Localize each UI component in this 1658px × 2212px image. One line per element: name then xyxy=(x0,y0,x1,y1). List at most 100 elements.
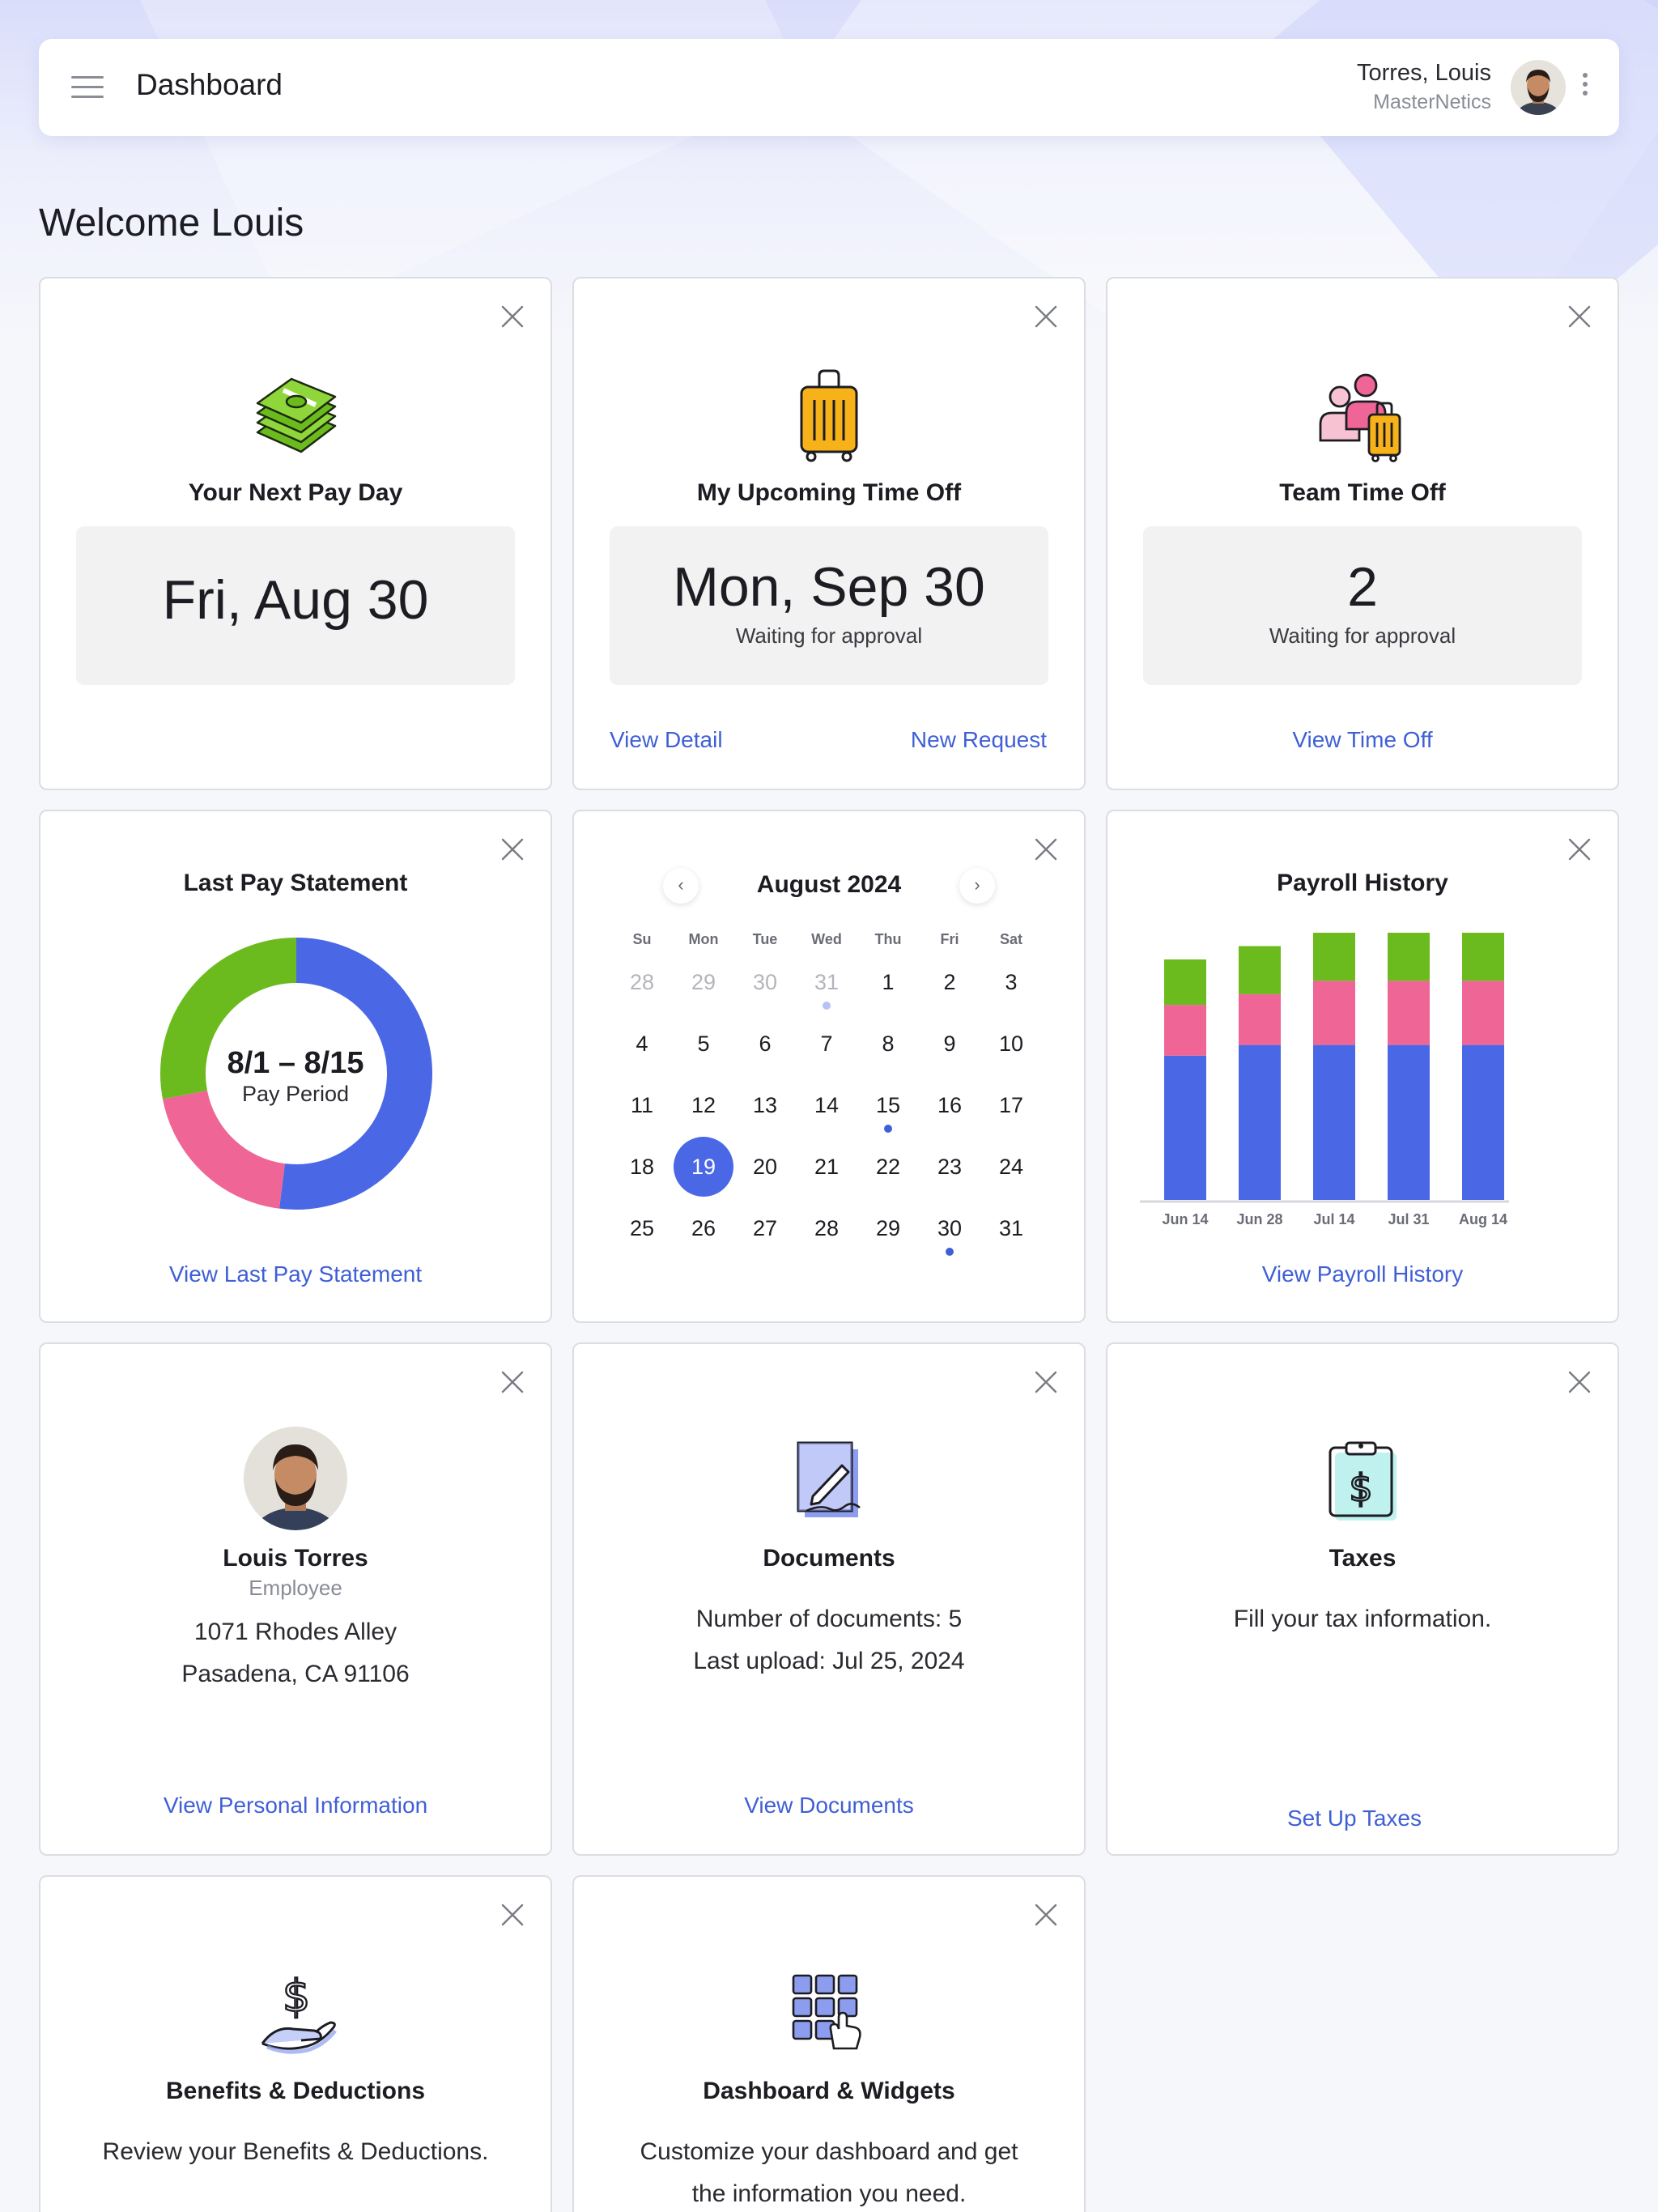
benefits-description: Review your Benefits & Deductions. xyxy=(102,2138,489,2165)
menu-icon[interactable] xyxy=(71,76,104,99)
view-personal-information-link[interactable]: View Personal Information xyxy=(40,1793,551,1819)
calendar-day[interactable]: 8 xyxy=(857,1013,919,1074)
close-icon[interactable] xyxy=(500,304,525,329)
card-title: Team Time Off xyxy=(1279,479,1446,506)
view-time-off-link[interactable]: View Time Off xyxy=(1107,727,1618,753)
calendar-day[interactable]: 19 xyxy=(673,1136,734,1197)
calendar-day[interactable]: 11 xyxy=(611,1074,673,1136)
calendar-day[interactable]: 17 xyxy=(980,1074,1042,1136)
pay-day-card: Your Next Pay Day Fri, Aug 30 xyxy=(39,277,552,790)
close-icon[interactable] xyxy=(500,1903,525,1927)
team-time-off-box: 2 Waiting for approval xyxy=(1143,526,1582,685)
calendar-day[interactable]: 23 xyxy=(919,1136,980,1197)
taxes-card: $ Taxes Fill your tax information. Set U… xyxy=(1106,1342,1619,1856)
calendar-day[interactable]: 28 xyxy=(796,1197,857,1259)
card-title: Benefits & Deductions xyxy=(165,2078,426,2104)
user-company: MasterNetics xyxy=(1373,91,1491,113)
bar-segment xyxy=(1164,1005,1206,1056)
bar-segment xyxy=(1462,1044,1504,1200)
payroll-history-card: Payroll History Jun 14 Jun 28 Jul 14 Jul 31… xyxy=(1106,810,1619,1323)
widgets-description-line-2: the information you need. xyxy=(691,2180,967,2207)
page-title: Dashboard xyxy=(136,68,283,101)
bar-segment xyxy=(1164,1055,1206,1200)
close-icon[interactable] xyxy=(1567,304,1592,329)
view-documents-link[interactable]: View Documents xyxy=(574,1793,1084,1819)
pay-day-box: Fri, Aug 30 xyxy=(76,526,515,685)
event-dot xyxy=(946,1248,954,1256)
next-month-button[interactable]: › xyxy=(959,868,995,904)
view-detail-link[interactable]: View Detail xyxy=(610,727,723,753)
close-icon[interactable] xyxy=(1034,837,1058,861)
documents-card: Documents Number of documents: 5 Last up… xyxy=(572,1342,1086,1856)
calendar-day[interactable]: 14 xyxy=(796,1074,857,1136)
close-icon[interactable] xyxy=(1567,837,1592,861)
more-options-icon[interactable] xyxy=(1580,73,1590,102)
team-suitcase-icon xyxy=(1319,373,1401,462)
document-sign-icon xyxy=(797,1441,861,1517)
close-icon[interactable] xyxy=(1034,304,1058,329)
calendar-day[interactable]: 4 xyxy=(611,1013,673,1074)
calendar-day[interactable]: 12 xyxy=(673,1074,734,1136)
calendar-day[interactable]: 1 xyxy=(857,951,919,1013)
calendar-day[interactable]: 7 xyxy=(796,1013,857,1074)
grid-pointer-icon xyxy=(792,1974,861,2050)
calendar-day[interactable]: 2 xyxy=(919,951,980,1013)
weekday-label: Mon xyxy=(688,931,719,947)
calendar-day[interactable]: 29 xyxy=(857,1197,919,1259)
calendar-day[interactable]: 31 xyxy=(796,951,857,1013)
widgets-description-line-1: Customize your dashboard and get xyxy=(640,2138,1018,2165)
close-icon[interactable] xyxy=(500,1370,525,1394)
time-off-card: My Upcoming Time Off Mon, Sep 30 Waiting… xyxy=(572,277,1086,790)
view-last-pay-statement-link[interactable]: View Last Pay Statement xyxy=(40,1261,551,1287)
suitcase-icon xyxy=(800,369,858,462)
calendar-day[interactable]: 15 xyxy=(857,1074,919,1136)
calendar-day[interactable]: 5 xyxy=(673,1013,734,1074)
time-off-box: Mon, Sep 30 Waiting for approval xyxy=(610,526,1048,685)
calendar-day[interactable]: 9 xyxy=(919,1013,980,1074)
calendar-day[interactable]: 30 xyxy=(919,1197,980,1259)
new-request-link[interactable]: New Request xyxy=(911,727,1047,753)
address-line-2: Pasadena, CA 91106 xyxy=(181,1661,410,1687)
close-icon[interactable] xyxy=(1034,1370,1058,1394)
profile-photo xyxy=(244,1427,347,1530)
tax-clipboard-icon: $ xyxy=(1329,1441,1397,1521)
calendar-day[interactable]: 26 xyxy=(673,1197,734,1259)
calendar-day[interactable]: 25 xyxy=(611,1197,673,1259)
calendar-weekdays: Su Mon Tue Wed Thu Fri Sat xyxy=(611,931,1042,948)
calendar-day[interactable]: 22 xyxy=(857,1136,919,1197)
calendar-day[interactable]: 20 xyxy=(734,1136,796,1197)
calendar-day[interactable]: 3 xyxy=(980,951,1042,1013)
calendar-day[interactable]: 21 xyxy=(796,1136,857,1197)
card-title: Last Pay Statement xyxy=(183,870,408,896)
close-icon[interactable] xyxy=(500,837,525,861)
svg-text:$: $ xyxy=(283,1971,310,2022)
bar-segment xyxy=(1313,933,1355,981)
set-up-taxes-link[interactable]: Set Up Taxes xyxy=(1091,1806,1618,1831)
view-payroll-history-link[interactable]: View Payroll History xyxy=(1107,1261,1618,1287)
calendar-day[interactable]: 31 xyxy=(980,1197,1042,1259)
time-off-status: Waiting for approval xyxy=(735,623,923,648)
calendar-week: 4 5 6 7 8 9 10 xyxy=(611,1013,1042,1074)
close-icon[interactable] xyxy=(1034,1903,1058,1927)
calendar-day[interactable]: 13 xyxy=(734,1074,796,1136)
x-tick-label: Jun 28 xyxy=(1236,1211,1282,1227)
calendar-day[interactable]: 10 xyxy=(980,1013,1042,1074)
calendar-day[interactable]: 29 xyxy=(673,951,734,1013)
calendar-week: 28 29 30 31 1 2 3 xyxy=(611,951,1042,1013)
close-icon[interactable] xyxy=(1567,1370,1592,1394)
calendar-day[interactable]: 28 xyxy=(611,951,673,1013)
calendar-day[interactable]: 24 xyxy=(980,1136,1042,1197)
widgets-card: Dashboard & Widgets Customize your dashb… xyxy=(572,1875,1086,2212)
donut-slice-pink xyxy=(162,1090,286,1209)
calendar-day[interactable]: 16 xyxy=(919,1074,980,1136)
avatar[interactable] xyxy=(1511,60,1566,115)
calendar-week: 11 12 13 14 15 16 17 xyxy=(611,1074,1042,1136)
calendar-day[interactable]: 30 xyxy=(734,951,796,1013)
weekday-label: Fri xyxy=(940,931,959,947)
top-bar: Dashboard Torres, Louis MasterNetics xyxy=(39,39,1619,136)
calendar-day[interactable]: 6 xyxy=(734,1013,796,1074)
calendar-day[interactable]: 18 xyxy=(611,1136,673,1197)
calendar-day[interactable]: 27 xyxy=(734,1197,796,1259)
bar-segment xyxy=(1388,1044,1430,1200)
x-tick-label: Jul 14 xyxy=(1313,1211,1354,1227)
